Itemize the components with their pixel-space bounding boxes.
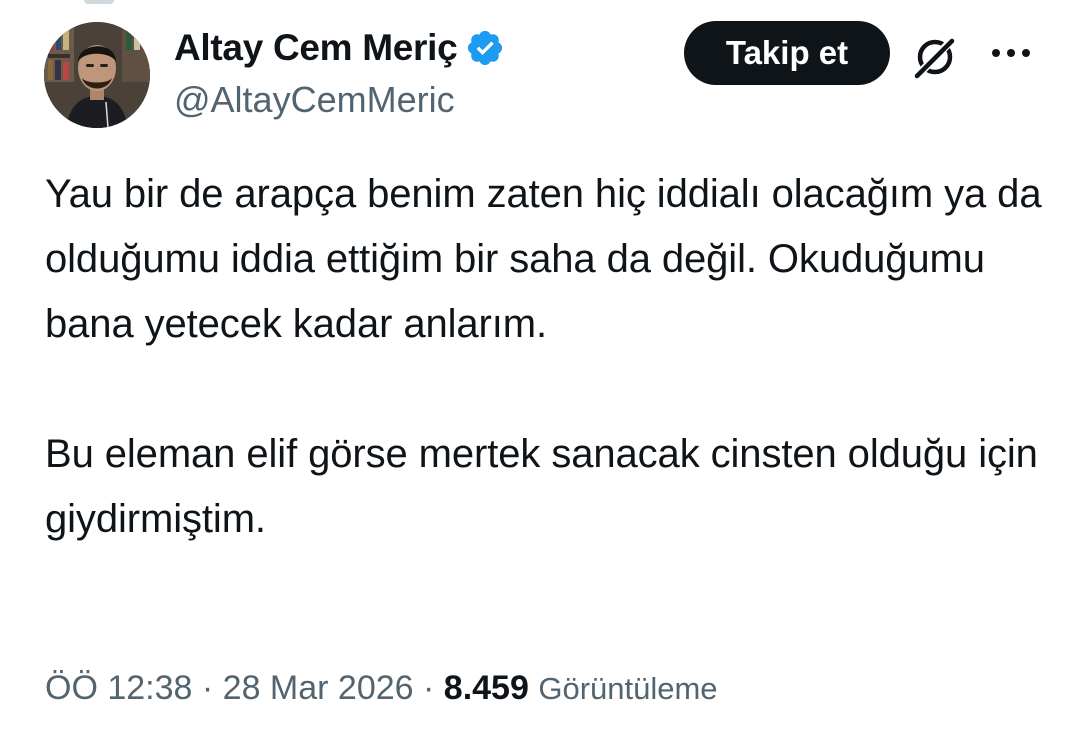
meta-separator: · [423, 669, 435, 707]
verified-badge-icon [465, 28, 505, 68]
tweet-time[interactable]: ÖÖ 12:38 [45, 669, 192, 707]
more-dots-icon[interactable] [988, 40, 1034, 66]
thread-line [84, 0, 114, 4]
tweet-meta: ÖÖ 12:38 · 28 Mar 2026 · 8.459 Görüntüle… [45, 666, 718, 711]
author-handle[interactable]: @AltayCemMeric [174, 80, 455, 120]
tweet-paragraph: Bu eleman elif görse mertek sanacak cins… [45, 432, 1038, 541]
views-count[interactable]: 8.459 [444, 669, 529, 707]
follow-button[interactable]: Takip et [684, 21, 890, 85]
meta-separator: · [201, 669, 214, 707]
tweet-date[interactable]: 28 Mar 2026 [223, 669, 414, 707]
avatar[interactable] [44, 22, 150, 128]
author-name-row[interactable]: Altay Cem Meriç [174, 28, 505, 68]
tweet-card: Altay Cem Meriç @AltayCemMeric Takip et … [0, 0, 1080, 744]
tweet-paragraph: Yau bir de arapça benim zaten hiç iddial… [45, 172, 1042, 346]
author-display-name[interactable]: Altay Cem Meriç [174, 28, 458, 68]
grok-icon[interactable] [908, 30, 962, 84]
tweet-text: Yau bir de arapça benim zaten hiç iddial… [45, 162, 1045, 552]
views-label: Görüntüleme [538, 671, 718, 706]
